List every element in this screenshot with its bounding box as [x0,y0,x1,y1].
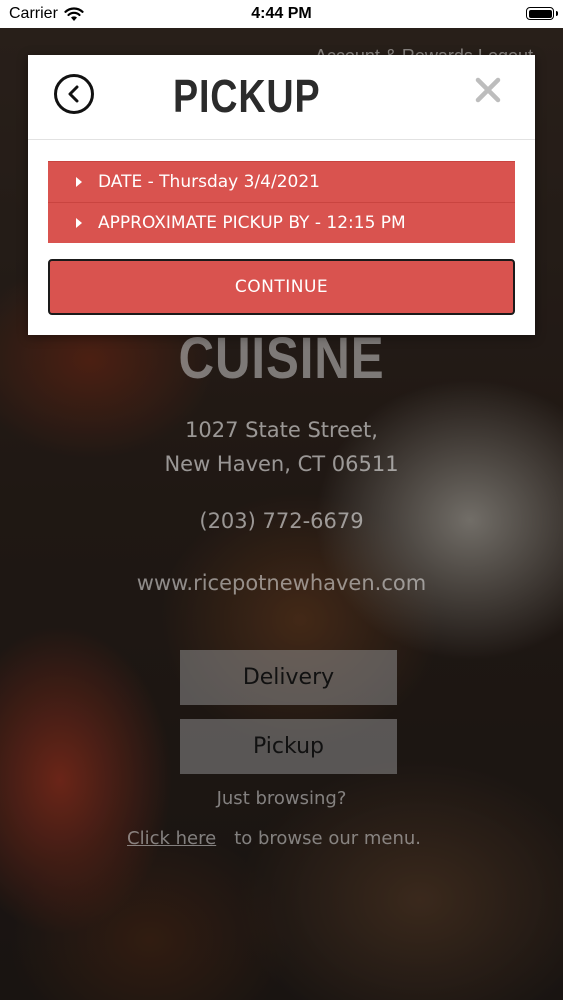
status-bar: Carrier 4:44 PM [0,0,563,28]
phone-number[interactable]: (203) 772-6679 [0,509,563,533]
date-row[interactable]: DATE - Thursday 3/4/2021 [48,161,515,202]
modal-title: PICKUP [173,70,321,122]
website-link[interactable]: www.ricepotnewhaven.com [0,571,563,595]
browse-menu-line: Click here to browse our menu. [127,828,421,849]
close-icon [475,77,501,103]
pickup-time-row[interactable]: APPROXIMATE PICKUP BY - 12:15 PM [48,202,515,243]
delivery-button[interactable]: Delivery [180,650,397,705]
chevron-left-icon [68,85,79,103]
modal-header: PICKUP [28,55,535,140]
continue-button[interactable]: CONTINUE [48,259,515,315]
clock: 4:44 PM [251,5,312,22]
address-line1: 1027 State Street, [185,418,378,442]
pickup-time-label: APPROXIMATE PICKUP BY - 12:15 PM [98,213,406,233]
restaurant-name: CUISINE [178,326,385,391]
pickup-modal: PICKUP DATE - Thursday 3/4/2021 APPROXIM… [28,55,535,335]
browsing-text: Just browsing? [216,788,347,809]
browse-suffix: to browse our menu. [234,828,422,849]
address: 1027 State Street, New Haven, CT 06511 [0,413,563,481]
caret-right-icon [76,177,82,187]
battery-icon [526,7,558,20]
address-line2: New Haven, CT 06511 [164,452,399,476]
date-row-label: DATE - Thursday 3/4/2021 [98,172,320,192]
pickup-button[interactable]: Pickup [180,719,397,774]
caret-right-icon [76,218,82,228]
back-button[interactable] [54,74,94,114]
close-button[interactable] [473,75,503,105]
click-here-link[interactable]: Click here [127,828,216,849]
